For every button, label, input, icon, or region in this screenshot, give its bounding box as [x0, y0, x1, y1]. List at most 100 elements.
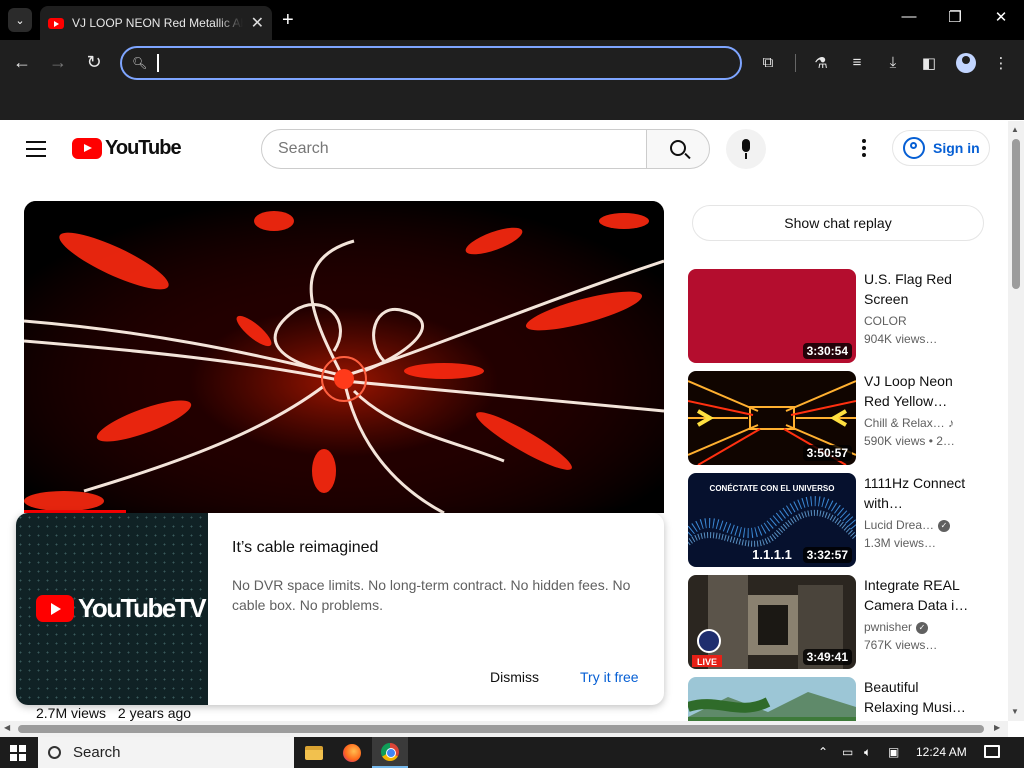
taskbar-search-box[interactable]: Search [38, 737, 294, 768]
youtube-tv-play-icon [36, 595, 74, 622]
tab-close-icon[interactable]: ✕ [251, 13, 264, 33]
youtube-tv-promo-dialog: YouTubeTV It’s cable reimagined No DVR s… [16, 513, 664, 705]
forward-arrow-icon[interactable]: → [46, 52, 70, 73]
video-duration: 3:30:54 [802, 343, 852, 359]
scroll-down-arrow-icon[interactable]: ▼ [1011, 707, 1019, 716]
taskbar-search-icon [48, 746, 61, 759]
extensions-icon[interactable]: ⧉ [757, 54, 779, 71]
side-panel-icon[interactable]: ◧ [918, 54, 940, 72]
search-button[interactable] [646, 129, 710, 169]
vertical-scroll-thumb[interactable] [1012, 139, 1020, 289]
back-arrow-icon[interactable]: ← [10, 52, 34, 73]
new-tab-button[interactable]: + [282, 8, 294, 32]
promo-try-free-button[interactable]: Try it free [580, 669, 639, 685]
horizontal-scrollbar[interactable]: ◀ ▶ [0, 721, 1008, 737]
tray-chevron-up-icon[interactable]: ⌃ [818, 745, 828, 759]
recommendation-item[interactable]: 3:30:54 U.S. Flag Red Screen COLOR 904K … [688, 269, 988, 363]
media-queue-icon[interactable]: ≡ [846, 54, 868, 71]
volume-muted-icon[interactable]: 🔈︎ [864, 745, 871, 760]
taskbar-clock[interactable]: 12:24 AM [916, 745, 967, 759]
recommendation-meta: 1.3M views… [864, 536, 937, 550]
video-player[interactable] [24, 201, 664, 513]
window-close-button[interactable]: ✕ [986, 8, 1016, 26]
search-input[interactable] [278, 140, 618, 158]
vertical-scrollbar[interactable]: ▲ ▼ [1008, 121, 1024, 721]
profile-avatar-icon[interactable] [956, 53, 976, 73]
guide-menu-icon[interactable] [26, 141, 46, 157]
promo-body: No DVR space limits. No long-term contra… [232, 577, 631, 613]
recommendation-channel[interactable]: COLOR [864, 314, 974, 328]
youtube-page: YouTube Sign in [0, 121, 1008, 721]
settings-kebab-icon[interactable] [854, 139, 874, 160]
youtube-play-icon [72, 138, 102, 159]
download-icon[interactable]: ⤓ [882, 54, 904, 71]
scroll-right-arrow-icon[interactable]: ▶ [994, 723, 1000, 732]
file-explorer-icon[interactable] [296, 737, 332, 768]
voice-search-button[interactable] [726, 129, 766, 169]
channel-name: Lucid Drea… [864, 518, 935, 532]
recommendation-thumbnail[interactable]: 3:30:54 [688, 269, 856, 363]
window-minimize-button[interactable]: — [894, 8, 924, 25]
scroll-up-arrow-icon[interactable]: ▲ [1011, 125, 1019, 134]
tab-search-button[interactable]: ⌄ [8, 8, 32, 32]
horizontal-scroll-thumb[interactable] [18, 725, 984, 733]
recommendation-thumbnail[interactable]: LIVE 3:49:41 [688, 575, 856, 669]
account-icon [903, 137, 925, 159]
browser-tab-strip: ⌄ VJ LOOP NEON Red Metallic Abstract ✕ +… [0, 0, 1024, 40]
omnibox-search-icon: 🔍︎ [132, 56, 148, 70]
recommendation-item[interactable]: CONÉCTATE CON EL UNIVERSO 1.1.1.1 3:32:5… [688, 473, 988, 567]
youtube-logo[interactable]: YouTube [72, 137, 182, 160]
view-count: 2.7M views [36, 705, 107, 721]
youtube-logo-text: YouTube [105, 137, 182, 159]
recommendation-item[interactable]: Beautiful Relaxing Musi… [688, 677, 988, 721]
network-icon[interactable]: ▭ [842, 745, 853, 759]
verified-check-icon: ✓ [938, 519, 951, 532]
windows-start-icon[interactable] [10, 745, 26, 761]
battery-icon[interactable]: ▣ [888, 745, 899, 759]
taskbar-search-label: Search [73, 744, 121, 761]
recommendation-thumbnail[interactable]: 3:50:57 [688, 371, 856, 465]
window-maximize-button[interactable]: ❐ [940, 8, 970, 26]
browser-toolbar: ← → ↻ 🔍︎ ⧉ ⚗ ≡ ⤓ ◧ ⋮ [0, 40, 1024, 120]
recommendation-thumbnail[interactable]: CONÉCTATE CON EL UNIVERSO 1.1.1.1 3:32:5… [688, 473, 856, 567]
search-icon [670, 140, 686, 156]
scroll-left-arrow-icon[interactable]: ◀ [4, 723, 10, 732]
channel-name: pwnisher [864, 620, 913, 634]
labs-flask-icon[interactable]: ⚗ [810, 54, 832, 72]
recommendation-title[interactable]: 1111Hz Connect with… [864, 473, 974, 513]
video-duration: 3:50:57 [802, 445, 852, 461]
recommendation-meta: 590K views • 2… [864, 434, 955, 448]
reload-icon[interactable]: ↻ [82, 52, 106, 73]
recommendation-title[interactable]: Integrate REAL Camera Data i… [864, 575, 974, 615]
tab-title: VJ LOOP NEON Red Metallic Abstract [72, 16, 243, 30]
promo-image: YouTubeTV [16, 513, 208, 705]
firefox-icon[interactable] [334, 737, 370, 768]
browser-menu-icon[interactable]: ⋮ [990, 54, 1012, 72]
browser-tab-active[interactable]: VJ LOOP NEON Red Metallic Abstract ✕ [40, 6, 272, 40]
notification-center-icon[interactable] [984, 745, 1000, 758]
video-stats: 2.7M views 2 years ago [36, 705, 199, 721]
music-note-icon: ♪ [948, 416, 955, 430]
recommendation-item[interactable]: LIVE 3:49:41 Integrate REAL Camera Data … [688, 575, 988, 669]
search-box[interactable] [261, 129, 647, 169]
recommendation-item[interactable]: 3:50:57 VJ Loop Neon Red Yellow… Chill &… [688, 371, 988, 465]
show-chat-replay-button[interactable]: Show chat replay [692, 205, 984, 241]
recommendation-channel[interactable]: Lucid Drea… ✓ [864, 518, 974, 532]
recommendation-title[interactable]: VJ Loop Neon Red Yellow… [864, 371, 974, 411]
youtube-tv-logo-text: YouTubeTV [78, 593, 207, 623]
upload-age: 2 years ago [117, 705, 192, 721]
recommendation-thumbnail[interactable] [688, 677, 856, 721]
chrome-icon[interactable] [372, 737, 408, 768]
thumbnail-number: 1.1.1.1 [752, 547, 792, 562]
address-bar[interactable]: 🔍︎ [120, 46, 742, 80]
recommendation-channel[interactable]: Chill & Relax… ♪ [864, 416, 974, 430]
address-input[interactable] [157, 54, 718, 72]
promo-dismiss-button[interactable]: Dismiss [490, 669, 539, 685]
thumbnail-caption: CONÉCTATE CON EL UNIVERSO [710, 484, 835, 493]
sign-in-label: Sign in [933, 140, 980, 156]
sign-in-button[interactable]: Sign in [892, 130, 990, 166]
recommendation-title[interactable]: Beautiful Relaxing Musi… [864, 677, 974, 717]
microphone-icon [742, 139, 750, 152]
recommendation-title[interactable]: U.S. Flag Red Screen [864, 269, 974, 309]
recommendation-channel[interactable]: pwnisher ✓ [864, 620, 974, 634]
